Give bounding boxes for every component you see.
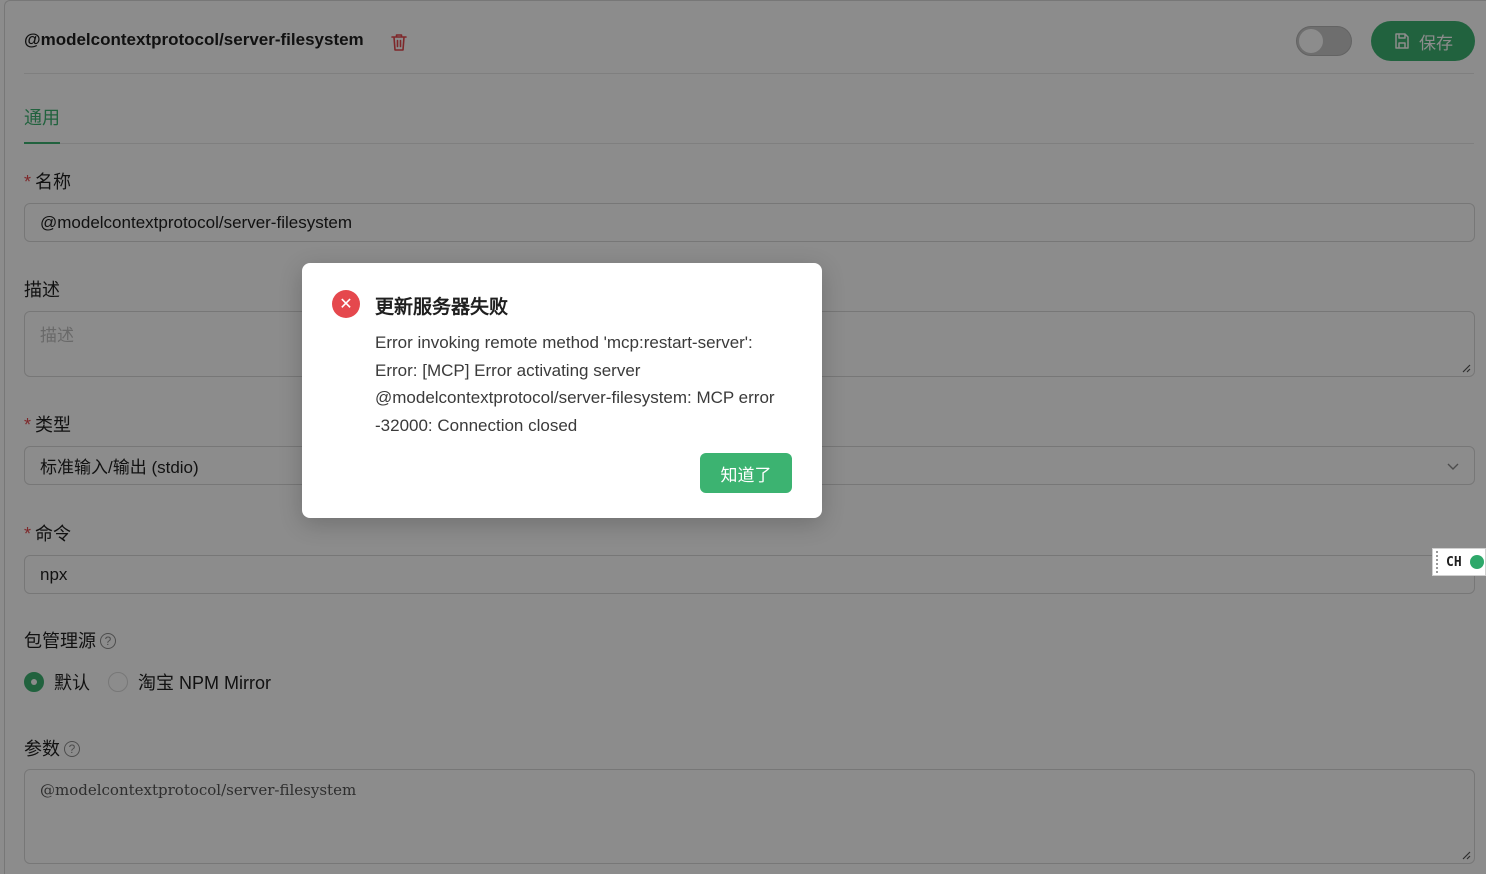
error-dialog: ✕ 更新服务器失败 Error invoking remote method '… (302, 263, 822, 518)
ok-button[interactable]: 知道了 (700, 453, 792, 493)
ime-status-icon (1469, 555, 1484, 569)
drag-handle-icon[interactable] (1436, 551, 1440, 573)
error-icon: ✕ (332, 290, 360, 318)
dialog-message: Error invoking remote method 'mcp:restar… (375, 333, 775, 435)
dialog-title: 更新服务器失败 (375, 297, 509, 318)
ime-indicator[interactable]: CH (1432, 548, 1486, 576)
ime-language-label: CH (1446, 554, 1462, 570)
